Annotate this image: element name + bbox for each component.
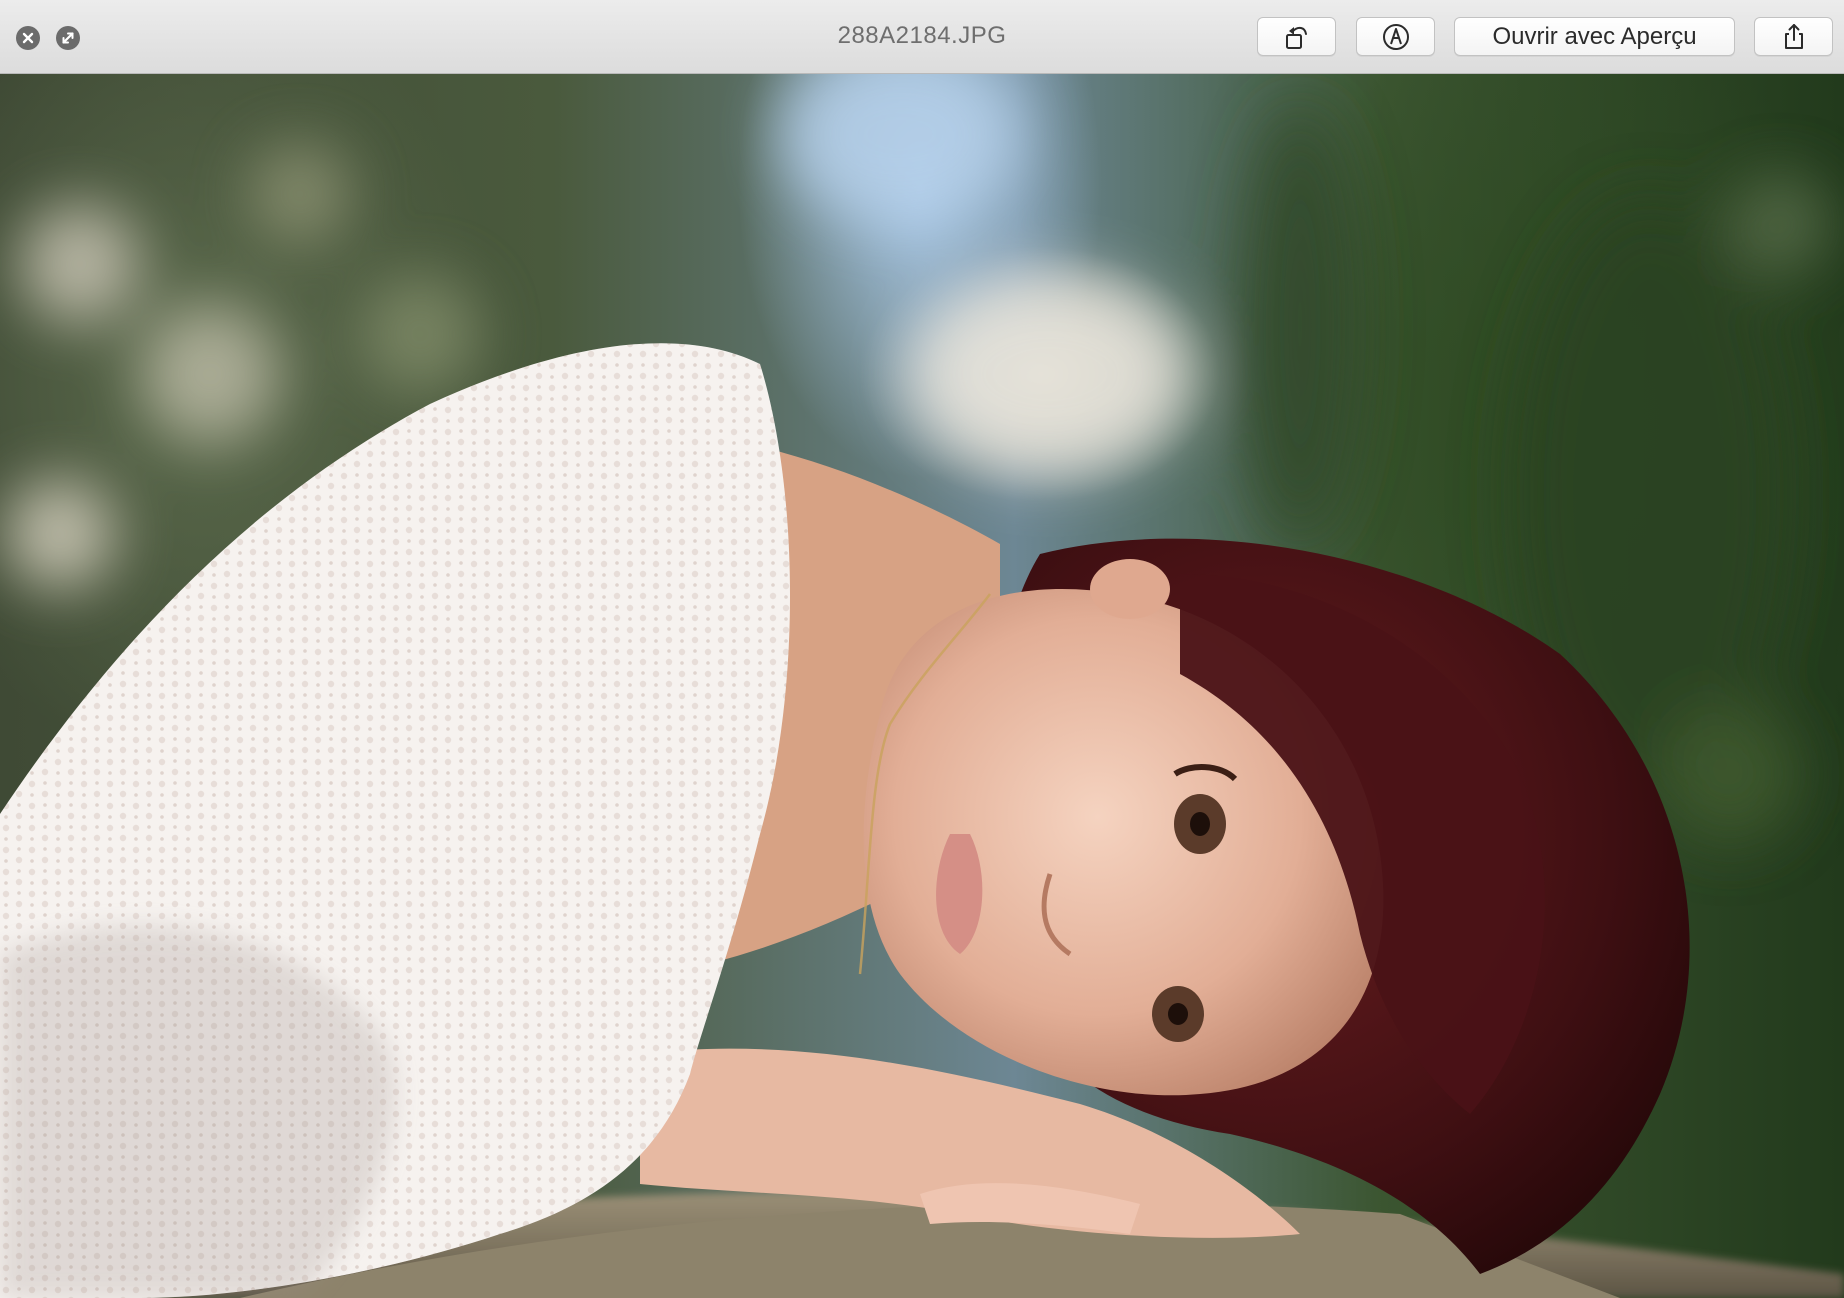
close-button[interactable] <box>16 26 40 50</box>
markup-button[interactable] <box>1356 17 1435 56</box>
share-icon <box>1784 23 1803 49</box>
rotate-left-icon <box>1285 26 1307 49</box>
photo-illustration <box>0 74 1844 1298</box>
close-icon <box>22 32 34 44</box>
markup-pen-icon <box>1382 23 1409 50</box>
open-with-preview-button[interactable]: Ouvrir avec Aperçu <box>1454 17 1735 56</box>
fullscreen-icon <box>62 32 74 44</box>
rotate-button[interactable] <box>1257 17 1336 56</box>
share-button[interactable] <box>1754 17 1833 56</box>
quicklook-window: 288A2184.JPG Ouvrir avec Aperçu <box>0 0 1844 1298</box>
fullscreen-button[interactable] <box>56 26 80 50</box>
photo-portrait <box>0 74 1844 1298</box>
toolbar: 288A2184.JPG Ouvrir avec Aperçu <box>0 0 1844 74</box>
